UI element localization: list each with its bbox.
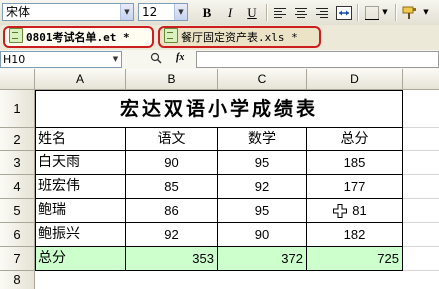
gridline [403,270,439,271]
row-header-3[interactable]: 3 [0,151,35,175]
total-cell-math[interactable]: 372 [218,247,307,271]
header-cell-total[interactable]: 总分 [307,128,403,151]
table-cell[interactable]: 鲍瑞 [35,199,126,223]
row-header-1[interactable]: 1 [0,90,35,128]
toolbar-separator [395,4,397,21]
merge-cells-icon [336,6,352,20]
spreadsheet-file-icon [9,28,23,43]
gridline [403,198,439,199]
borders-icon [365,6,379,20]
align-left-icon [274,8,286,20]
gridline [403,150,439,151]
italic-button[interactable]: I [220,3,240,22]
row-header-7[interactable]: 7 [0,247,35,271]
column-header-e[interactable] [403,69,439,90]
tab-label: 餐厅固定资产表.xls * [181,31,298,44]
column-header-d[interactable]: D [307,69,403,90]
align-right-icon [316,8,328,20]
spreadsheet-grid: A B C D 1 2 3 4 5 6 7 8 宏达双语小学成绩表 姓名 语文 … [0,69,439,289]
table-cell[interactable]: 177 [307,175,403,199]
search-function-icon[interactable] [150,52,162,67]
chevron-down-icon[interactable]: ▼ [110,52,121,67]
tab-label: 0801考试名单.et * [26,31,130,44]
cell-select-cursor-icon [333,204,347,218]
gridline [403,246,439,247]
total-cell-sum[interactable]: 725 [307,247,403,271]
row-header-4[interactable]: 4 [0,175,35,199]
fx-icon[interactable]: fx [176,52,184,63]
gridline [403,127,439,128]
table-cell[interactable]: 182 [307,223,403,247]
table-cell[interactable]: 90 [126,151,218,175]
table-cell[interactable]: 86 [126,199,218,223]
chevron-down-icon[interactable]: ▼ [174,4,187,20]
formatting-toolbar: 宋体 ▼ 12 ▼ B I U ▼ ▼ [0,0,439,26]
toolbar-overflow[interactable]: ▼ [420,3,432,22]
row-header-6[interactable]: 6 [0,223,35,247]
tab-restaurant-assets[interactable]: 餐厅固定资产表.xls * [158,26,321,48]
chevron-down-icon[interactable]: ▼ [120,4,133,20]
borders-dropdown[interactable]: ▼ [380,3,390,22]
header-cell-chinese[interactable]: 语文 [126,128,218,151]
align-right-button[interactable] [312,3,332,22]
table-cell[interactable]: 81 [307,199,403,223]
total-label-cell[interactable]: 总分 [35,247,126,271]
table-cell[interactable]: 92 [126,223,218,247]
row-header-8[interactable]: 8 [0,271,35,289]
select-all-corner[interactable] [0,69,35,90]
gridline [403,174,439,175]
table-cell[interactable]: 95 [218,199,307,223]
row-header-2[interactable]: 2 [0,128,35,151]
align-left-button[interactable] [270,3,290,22]
row-header-5[interactable]: 5 [0,199,35,223]
format-painter-button[interactable] [400,3,420,22]
align-center-button[interactable] [291,3,311,22]
total-cell-chinese[interactable]: 353 [126,247,218,271]
header-cell-name[interactable]: 姓名 [35,128,126,151]
spreadsheet-file-icon [164,28,178,43]
font-size-select[interactable]: 12 ▼ [138,3,188,21]
formula-input[interactable] [196,51,439,68]
toolbar-separator [357,4,359,21]
sheet-title-cell[interactable]: 宏达双语小学成绩表 [35,90,403,128]
name-box-value: H10 [3,53,26,66]
magnifier-icon [150,52,162,64]
table-cell[interactable]: 85 [126,175,218,199]
table-cell[interactable]: 鲍振兴 [35,223,126,247]
paint-icon [402,6,416,19]
bold-button[interactable]: B [197,3,217,22]
column-header-a[interactable]: A [35,69,126,90]
table-cell[interactable]: 班宏伟 [35,175,126,199]
table-cell[interactable]: 185 [307,151,403,175]
borders-button[interactable] [362,3,382,22]
table-cell[interactable]: 90 [218,223,307,247]
name-box[interactable]: H10 ▼ [0,51,122,68]
toolbar-separator [266,4,268,21]
column-header-b[interactable]: B [126,69,218,90]
document-tab-bar: 0801考试名单.et * 餐厅固定资产表.xls * [0,25,439,51]
merge-center-button[interactable] [334,3,354,22]
table-cell[interactable]: 92 [218,175,307,199]
underline-button[interactable]: U [242,3,262,22]
tab-0801-exam-list[interactable]: 0801考试名单.et * [3,26,154,48]
table-cell[interactable]: 白天雨 [35,151,126,175]
font-name-value: 宋体 [6,5,31,19]
gridline [403,222,439,223]
formula-bar: H10 ▼ fx [0,50,439,70]
header-cell-math[interactable]: 数学 [218,128,307,151]
table-cell[interactable]: 95 [218,151,307,175]
font-name-select[interactable]: 宋体 ▼ [2,3,134,21]
font-size-value: 12 [142,5,158,19]
column-header-c[interactable]: C [218,69,307,90]
align-center-icon [295,8,307,20]
